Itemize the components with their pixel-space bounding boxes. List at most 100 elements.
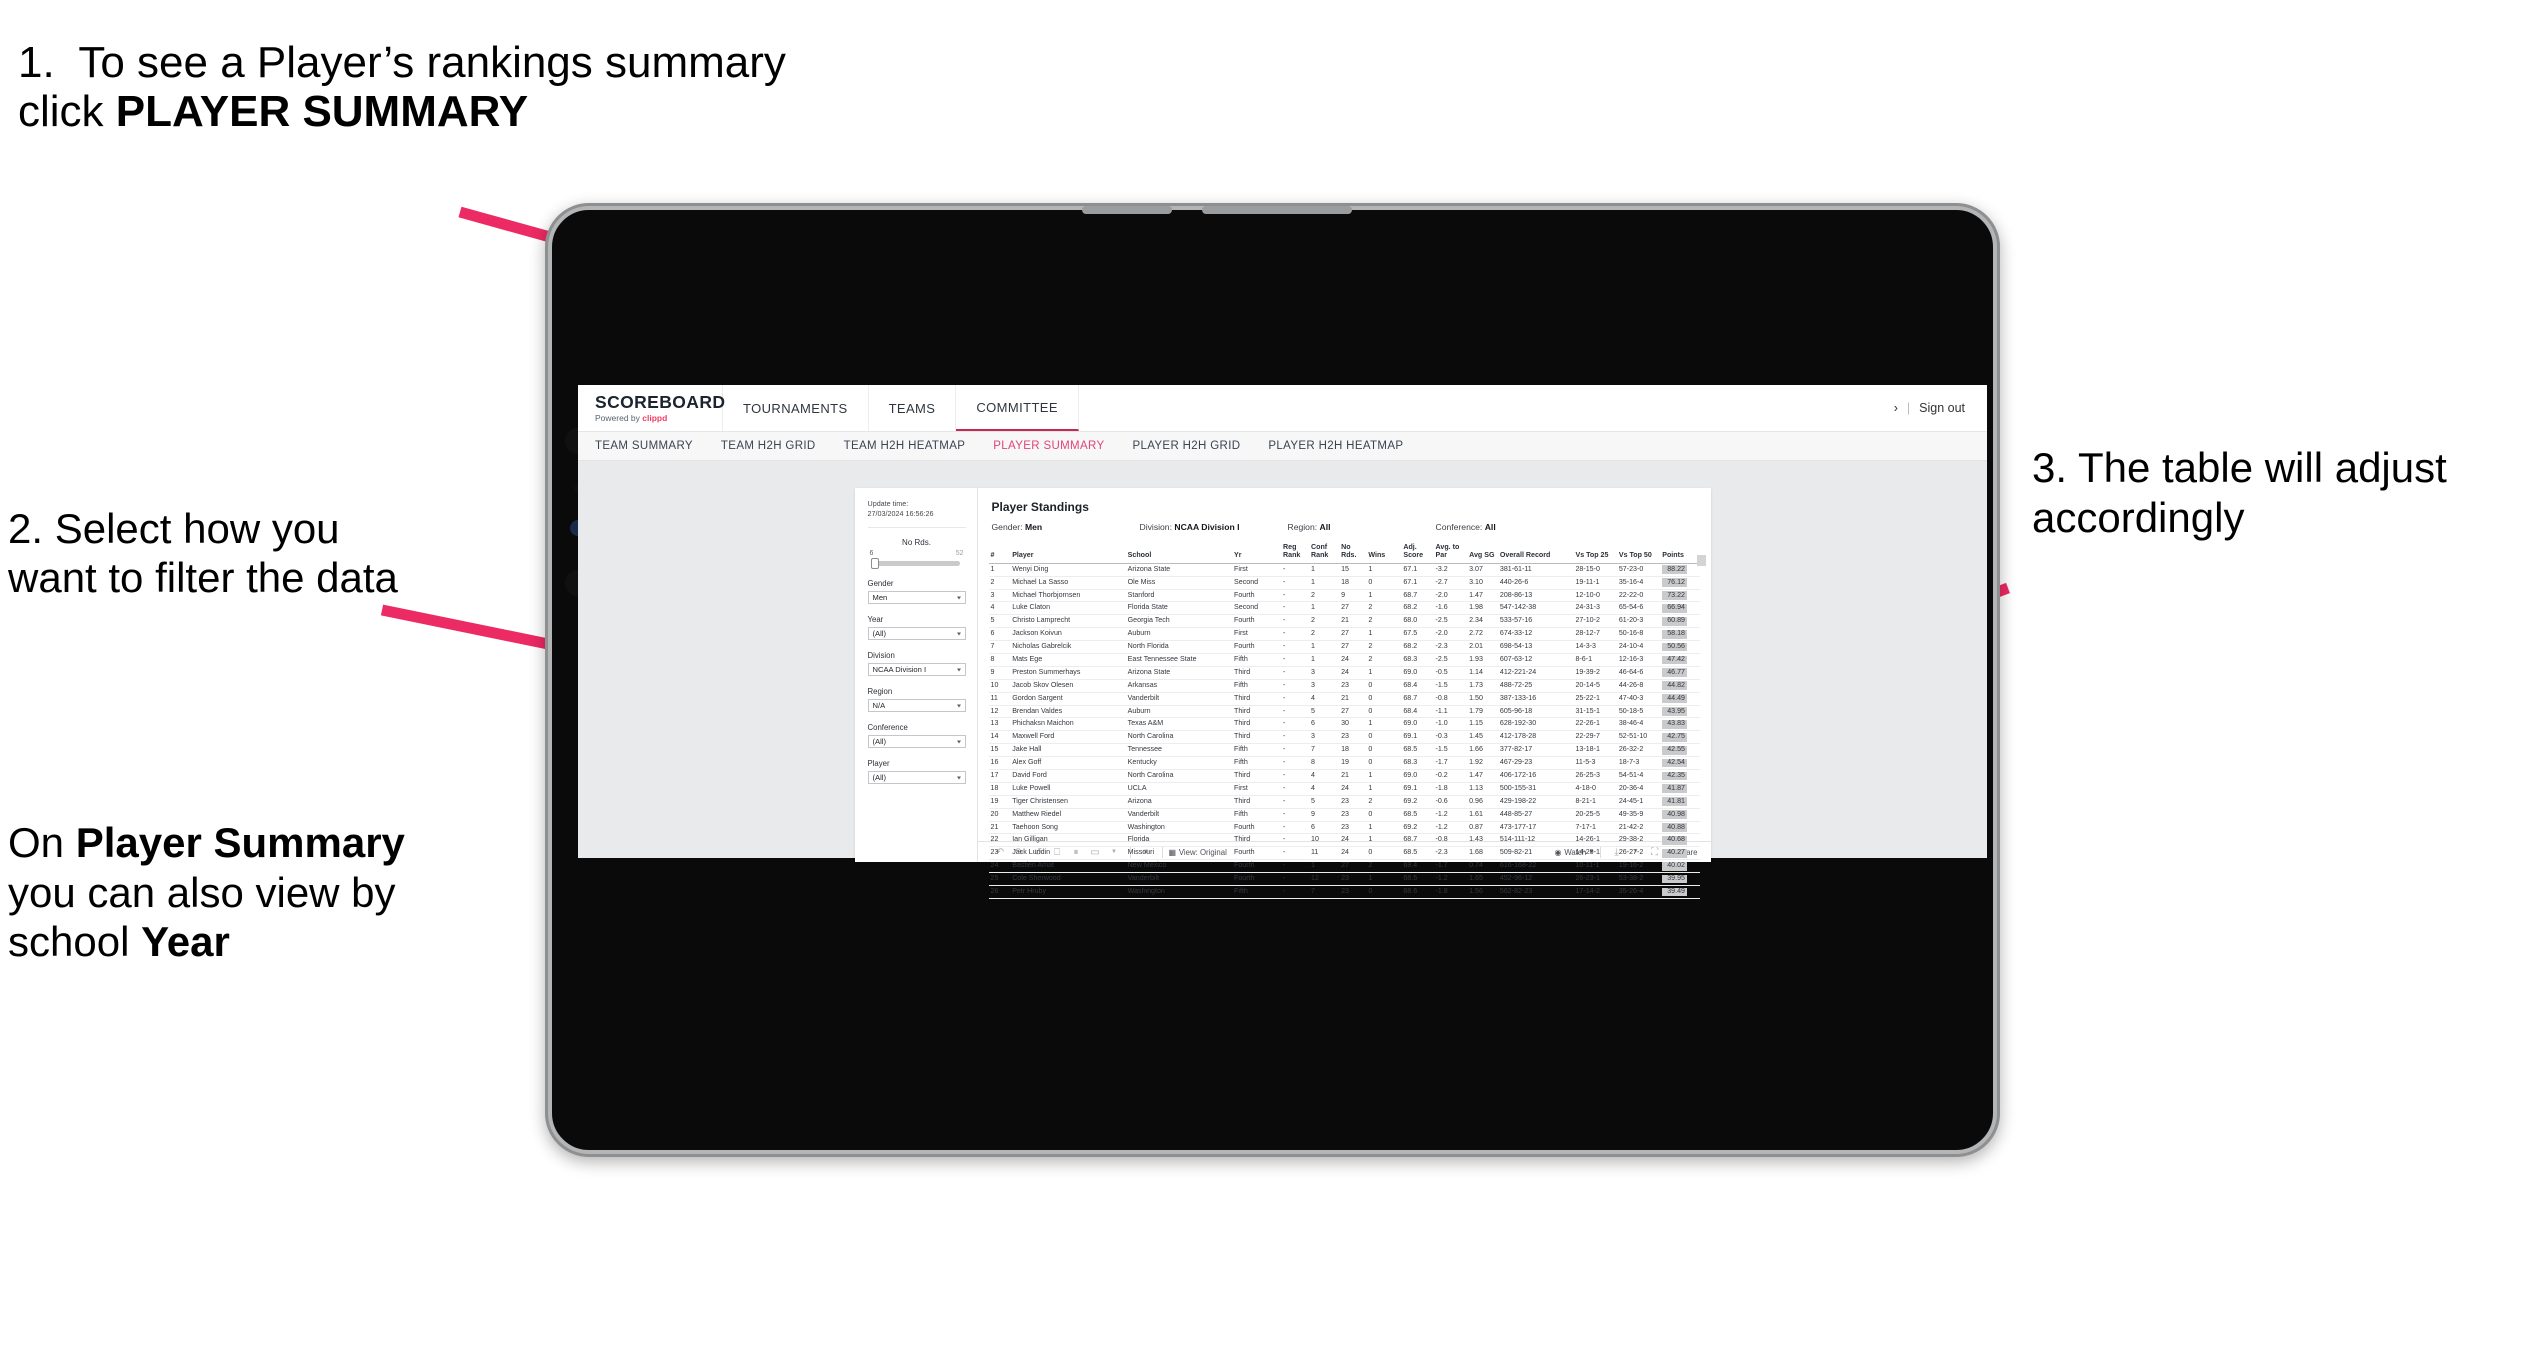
table-row[interactable]: 12 Brendan Valdes Auburn Third -5 27 0 68.4 -1.1…: [988, 705, 1700, 719]
table-row[interactable]: 17 David Ford North Carolina Third -4 21 1 69.0…: [988, 769, 1700, 783]
table-cell: 23: [1339, 679, 1367, 693]
table-row[interactable]: 24 Bastien Amat New Mexico Fourth -1 27 2 69.4-…: [988, 859, 1700, 874]
tab-team-summary[interactable]: TEAM SUMMARY: [595, 440, 693, 452]
table-cell: 24: [1339, 846, 1367, 861]
table-cell: -: [1281, 872, 1309, 886]
col-header-yr[interactable]: Yr: [1232, 543, 1282, 564]
tab-team-h2h-heatmap[interactable]: TEAM H2H HEATMAP: [844, 440, 966, 452]
table-cell: -2.3: [1433, 640, 1468, 654]
filter-no-rounds-label: No Rds.: [902, 538, 931, 548]
col-header-vs-top-50[interactable]: Vs Top 50: [1616, 543, 1661, 564]
table-row[interactable]: 19 Tiger Christensen Arizona Third -5 23 2 69.2…: [988, 795, 1700, 809]
table-cell: 39.95: [1660, 872, 1700, 886]
no-rounds-slider[interactable]: [870, 558, 960, 570]
col-header-vs-top-25[interactable]: Vs Top 25: [1573, 543, 1617, 564]
table-row[interactable]: 9 Preston Summerhays Arizona State Third -3 2…: [988, 666, 1700, 680]
table-row[interactable]: 13 Phichaksn Maichon Texas A&M Third -6 30 1 69…: [988, 717, 1700, 732]
table-row[interactable]: 10 Jacob Skov Olesen Arkansas Fifth -3 23 0 68.…: [988, 679, 1700, 693]
table-row[interactable]: 8 Mats Ege East Tennessee State Fifth -1 24 2 6…: [988, 653, 1700, 667]
col-header-wins[interactable]: Wins: [1366, 543, 1402, 564]
tab-player-h2h-grid[interactable]: PLAYER H2H GRID: [1132, 440, 1240, 452]
col-header-avg-to-par[interactable]: Avg. to Par: [1433, 543, 1468, 564]
table-cell: 0: [1366, 743, 1402, 758]
col-header-adj-score[interactable]: Adj. Score: [1401, 543, 1434, 564]
table-cell: -2.5: [1433, 653, 1468, 667]
col-header-conf-rank[interactable]: Conf Rank: [1309, 543, 1340, 564]
table-cell: 21: [1339, 614, 1367, 629]
table-cell: 29-38-2: [1616, 833, 1661, 848]
table-cell: 5: [1309, 795, 1340, 809]
table-cell: 68.0: [1401, 614, 1434, 629]
table-row[interactable]: 4 Luke Claton Florida State Second -1 27 2 68.2…: [988, 601, 1700, 616]
gender-select[interactable]: Men: [867, 591, 966, 605]
col-header-avg-sg[interactable]: Avg SG: [1467, 543, 1498, 564]
col-header-school[interactable]: School: [1125, 543, 1233, 564]
table-row[interactable]: 14 Maxwell Ford North Carolina Third -3 23 0 69…: [988, 730, 1700, 745]
points-value: 40.02: [1662, 861, 1687, 871]
table-cell: 68.6: [1401, 885, 1434, 899]
table-cell: 1: [1309, 563, 1340, 577]
table-cell: 68.5: [1401, 872, 1434, 886]
table-cell: 4: [1309, 692, 1340, 706]
table-cell: 43.95: [1660, 705, 1700, 719]
table-row[interactable]: 6 Jackson Koivun Auburn First -2 27 1 67.5 -2.0 2…: [988, 627, 1700, 642]
table-cell: 88.22: [1660, 563, 1700, 577]
note-bold-1: Player Summary: [75, 819, 405, 866]
nav-item-teams[interactable]: TEAMS: [869, 385, 957, 431]
table-cell: 50-16-8: [1616, 627, 1661, 642]
table-row[interactable]: 18 Luke Powell UCLA First -4 24 1 69.1 -1.8 1.13 5…: [988, 782, 1700, 796]
col-header-no-rds[interactable]: No Rds.: [1339, 543, 1367, 564]
secondary-nav: TEAM SUMMARY TEAM H2H GRID TEAM H2H HEAT…: [578, 432, 1987, 461]
table-row[interactable]: 21 Taehoon Song Washington Fourth -6 23 1 69.2-…: [988, 821, 1700, 835]
table-row[interactable]: 25 Cole Sherwood Vanderbilt Fourth -12 23 1 68.…: [988, 872, 1700, 886]
user-chevron-icon[interactable]: ›: [1894, 401, 1898, 415]
table-row[interactable]: 1 Wenyi Ding Arizona State First -1 15 1 67.1 -3…: [988, 563, 1700, 577]
table-cell: Fourth: [1232, 821, 1282, 835]
summary-gender: Gender: Men: [991, 522, 1043, 532]
col-header-[interactable]: #: [988, 543, 1011, 564]
year-select[interactable]: (All): [867, 627, 966, 641]
tab-player-h2h-heatmap[interactable]: PLAYER H2H HEATMAP: [1268, 440, 1403, 452]
col-header-points[interactable]: Points: [1660, 543, 1700, 564]
filter-conference: Conference (All): [867, 723, 966, 749]
table-row[interactable]: 11 Gordon Sargent Vanderbilt Third -4 21 0 68.7…: [988, 692, 1700, 706]
table-cell: 68.5: [1401, 808, 1434, 822]
table-row[interactable]: 2 Michael La Sasso Ole Miss Second -1 18 0 67.1…: [988, 576, 1700, 590]
col-header-overall-record[interactable]: Overall Record: [1497, 543, 1574, 564]
table-cell: Washington: [1125, 821, 1233, 835]
table-cell: 24-45-1: [1616, 795, 1661, 809]
table-cell: 1.93: [1467, 653, 1498, 667]
points-value: 41.81: [1662, 797, 1687, 807]
table-row[interactable]: 26 Petr Hruby Washington Fifth -7 23 0 68.6 -1.8…: [988, 885, 1700, 899]
table-cell: Vanderbilt: [1125, 872, 1233, 886]
table-cell: -2.3: [1433, 846, 1468, 861]
table-row[interactable]: 7 Nicholas Gabrelcik North Florida Fourth -1…: [988, 640, 1700, 654]
nav-item-committee[interactable]: COMMITTEE: [956, 385, 1079, 431]
table-row[interactable]: 5 Christo Lamprecht Georgia Tech Fourth -2 21…: [988, 614, 1700, 629]
sign-out-link[interactable]: Sign out: [1919, 401, 1965, 415]
table-row[interactable]: 23 Jack Lundin Missouri Fourth -11 24 0 68.5 -2.…: [988, 846, 1700, 861]
table-row[interactable]: 20 Matthew Riedel Vanderbilt Fifth -9 23 0 68.5…: [988, 808, 1700, 822]
table-row[interactable]: 15 Jake Hall Tennessee Fifth -7 18 0 68.5 -1.5 1.…: [988, 743, 1700, 758]
table-cell: 2: [1366, 653, 1402, 667]
conference-select[interactable]: (All): [867, 735, 966, 749]
col-header-player[interactable]: Player: [1010, 543, 1126, 564]
chevron-down-icon: [956, 632, 961, 636]
table-row[interactable]: 3 Michael Thorbjornsen Stanford Fourth -2 9 1 6…: [988, 589, 1700, 603]
col-header-reg-rank[interactable]: Reg Rank: [1281, 543, 1309, 564]
table-row[interactable]: 22 Ian Gilligan Florida Third -10 24 1 68.7 -0.8…: [988, 833, 1700, 848]
table-cell: 1.68: [1467, 846, 1498, 861]
scrollbar-thumb[interactable]: [1696, 555, 1706, 566]
slider-handle[interactable]: [870, 558, 879, 570]
logo-tagline: Powered by clippd: [595, 413, 668, 423]
points-value: 60.89: [1662, 617, 1687, 626]
region-select[interactable]: N/A: [867, 699, 966, 713]
division-select[interactable]: NCAA Division I: [867, 663, 966, 677]
tab-player-summary[interactable]: PLAYER SUMMARY: [993, 440, 1104, 452]
tab-team-h2h-grid[interactable]: TEAM H2H GRID: [721, 440, 816, 452]
brand-logo[interactable]: SCOREBOARD Powered by clippd: [578, 385, 725, 431]
table-row[interactable]: 16 Alex Goff Kentucky Fifth -8 19 0 68.3 -1.7 1.9…: [988, 756, 1700, 770]
nav-item-tournaments[interactable]: TOURNAMENTS: [723, 385, 869, 431]
player-select[interactable]: (All): [867, 771, 966, 785]
table-cell: Third: [1232, 730, 1282, 745]
